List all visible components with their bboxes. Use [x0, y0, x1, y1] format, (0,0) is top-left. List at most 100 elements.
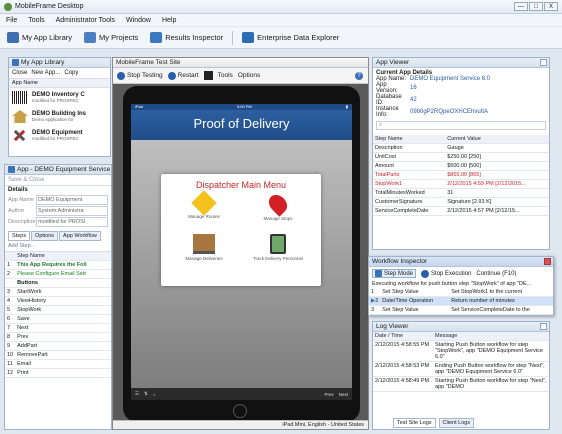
continue-button[interactable]: Continue (F10) [476, 271, 516, 277]
copy-app-button[interactable]: Copy [64, 70, 78, 76]
author-field[interactable]: System Administra [36, 206, 108, 216]
stop-execution-button[interactable]: Stop Execution [421, 269, 471, 278]
main-toolbar: My App Library My Projects Results Inspe… [0, 27, 562, 49]
close-library-button[interactable]: Close [12, 70, 27, 76]
step-number: 8 [5, 332, 16, 342]
step-value: Signature [2.93 K] [445, 197, 549, 207]
next-button[interactable]: Next [339, 392, 348, 397]
step-name: Next [15, 323, 111, 333]
table-row[interactable]: Description Gauge [373, 143, 549, 153]
prev-button[interactable]: Prev [324, 392, 333, 397]
home-icon[interactable]: ⌂ [153, 392, 156, 397]
step-name: TotalMinutesWorked [373, 188, 446, 198]
test-site-window: MobileFrame Test Site Stop Testing Resta… [112, 57, 369, 430]
table-row[interactable]: 8 Prev [5, 332, 111, 342]
options-menu[interactable]: Options [238, 72, 260, 79]
close-button[interactable]: X [544, 2, 558, 11]
table-row[interactable]: 2/12/2015 4:58:55 PM Starting Push Button… [373, 340, 549, 362]
table-row[interactable]: 11 Email [5, 359, 111, 369]
stop-testing-button[interactable]: Stop Testing [117, 71, 163, 80]
table-row[interactable]: 3 Set Step Value Set ServiceCompleteDate t… [369, 305, 553, 315]
search-input[interactable]: ⌕ [376, 121, 546, 130]
table-row[interactable]: 2/12/2015 4:58:53 PM Ending Push Button w… [373, 361, 549, 377]
step-number: 10 [5, 350, 16, 360]
table-row[interactable]: UnitCost $250.00 [250] [373, 152, 549, 162]
tab-app-workflow[interactable]: App Workflow [59, 231, 101, 241]
table-row[interactable]: 2/12/2015 4:58:49 PM Starting Push Button… [373, 376, 549, 392]
enterprise-data-explorer-button[interactable]: Enterprise Data Explorer [239, 30, 342, 45]
menu-help[interactable]: Help [162, 17, 176, 24]
results-inspector-button[interactable]: Results Inspector [147, 30, 226, 45]
library-item[interactable]: DEMO Building Ins Demo Application for [9, 107, 110, 126]
action-description: Set ServiceCompleteDate to the [449, 305, 553, 315]
maximize-button[interactable]: □ [529, 2, 543, 11]
table-row[interactable]: 6 Save [5, 314, 111, 324]
table-row[interactable]: 12 Print [5, 368, 111, 378]
menu-icon[interactable]: ☰ [135, 391, 139, 397]
table-row[interactable]: 5 StopWork [5, 305, 111, 315]
table-row[interactable]: TotalMinutesWorked 31 [373, 188, 549, 198]
app-editor-title: App - DEMO Equipment Service [17, 166, 111, 173]
menu-file[interactable]: File [6, 17, 17, 24]
manage-routes-tile[interactable]: Manage Routes [169, 190, 239, 219]
table-row[interactable]: ▶2 Date/Time Operation Return number of mi… [369, 296, 553, 306]
menu-tools[interactable]: Tools [28, 17, 44, 24]
description-field[interactable]: modified for PROSI [36, 217, 108, 227]
datetime-column-header[interactable]: Date / Time [373, 332, 433, 341]
tab-client-logs[interactable]: Client Logs [438, 418, 475, 428]
help-icon[interactable]: ? [355, 71, 363, 80]
table-row[interactable]: 10 RemovePart [5, 350, 111, 360]
step-name-column-header[interactable]: Step Name [15, 252, 111, 261]
table-row[interactable]: Buttons [5, 278, 111, 288]
library-item[interactable]: DEMO Equipment modified for PROSPEC [9, 126, 110, 145]
app-name-column-header[interactable]: App Name [9, 79, 110, 88]
current-value-column-header[interactable]: Current Value [445, 135, 549, 144]
table-row[interactable]: 9 AddPart [5, 341, 111, 351]
save-close-button[interactable]: Save & Close [5, 175, 111, 186]
step-value: $865.00 [865] [445, 170, 549, 180]
table-row[interactable]: 1 This App Requires the Foll [5, 260, 111, 270]
manage-deliveries-tile[interactable]: Manage Deliveries [169, 234, 239, 261]
manage-stops-tile[interactable]: Manage Stops [243, 191, 313, 221]
restart-button[interactable]: Restart [167, 71, 199, 80]
track-delivery-label: Track Delivery Personnel [252, 256, 304, 261]
my-app-library-button[interactable]: My App Library [4, 30, 75, 45]
log-viewer-title: Log Viewer [376, 323, 409, 330]
menu-admin-tools[interactable]: Administrator Tools [56, 17, 115, 24]
table-row[interactable]: 7 Next [5, 323, 111, 333]
table-row[interactable]: ServiceCompleteDate 2/12/2015 4:57 PM [2/… [373, 206, 549, 216]
track-delivery-tile[interactable]: Track Delivery Personnel [243, 234, 313, 261]
my-projects-button[interactable]: My Projects [81, 30, 141, 45]
ipad-home-button[interactable] [233, 404, 247, 418]
app-name-field[interactable]: DEMO Equipment [36, 195, 108, 205]
table-row[interactable]: 4 ViewHistory [5, 296, 111, 306]
device-label: iPad [135, 104, 144, 109]
add-step-button[interactable]: Add Step... [5, 241, 111, 252]
table-row[interactable]: CustomerSignature Signature [2.93 K] [373, 197, 549, 207]
tab-steps[interactable]: Steps [8, 231, 31, 241]
pin-icon[interactable] [540, 323, 547, 330]
step-mode-button[interactable]: Step Mode [372, 269, 417, 278]
pin-icon[interactable] [540, 59, 547, 66]
sort-icon[interactable] [203, 71, 213, 80]
tab-options[interactable]: Options [31, 231, 59, 241]
table-row[interactable]: 2 Please Configure Email Sett [5, 269, 111, 279]
step-name: StopWork1 [373, 179, 446, 189]
sort-arrows-icon[interactable]: ⇅ [144, 391, 148, 397]
table-row[interactable]: Amount $500.00 [500] [373, 161, 549, 171]
new-app-button[interactable]: New App... [31, 70, 60, 76]
close-icon[interactable] [544, 258, 551, 265]
tools-menu[interactable]: Tools [218, 72, 233, 79]
app-viewer-title: App Viewer [376, 59, 410, 66]
step-name-column-header[interactable]: Step Name [373, 135, 446, 144]
table-row[interactable]: 1 Set Step Value Set StopWork1 to the curr… [369, 288, 553, 297]
table-row[interactable]: StopWork1 2/12/2015 4:59 PM [2/12/2015... [373, 179, 549, 189]
menu-window[interactable]: Window [126, 17, 151, 24]
minimize-button[interactable]: — [514, 2, 528, 11]
table-row[interactable]: 3 StartWork [5, 287, 111, 297]
tab-test-site-logs[interactable]: Test Site Logs [393, 418, 436, 428]
table-row[interactable]: TotalParts $865.00 [865] [373, 170, 549, 180]
message-column-header[interactable]: Message [433, 332, 549, 341]
library-item[interactable]: DEMO Inventory Cmodified for PROSPEC [9, 88, 110, 107]
action-name: Set Step Value [380, 305, 450, 315]
